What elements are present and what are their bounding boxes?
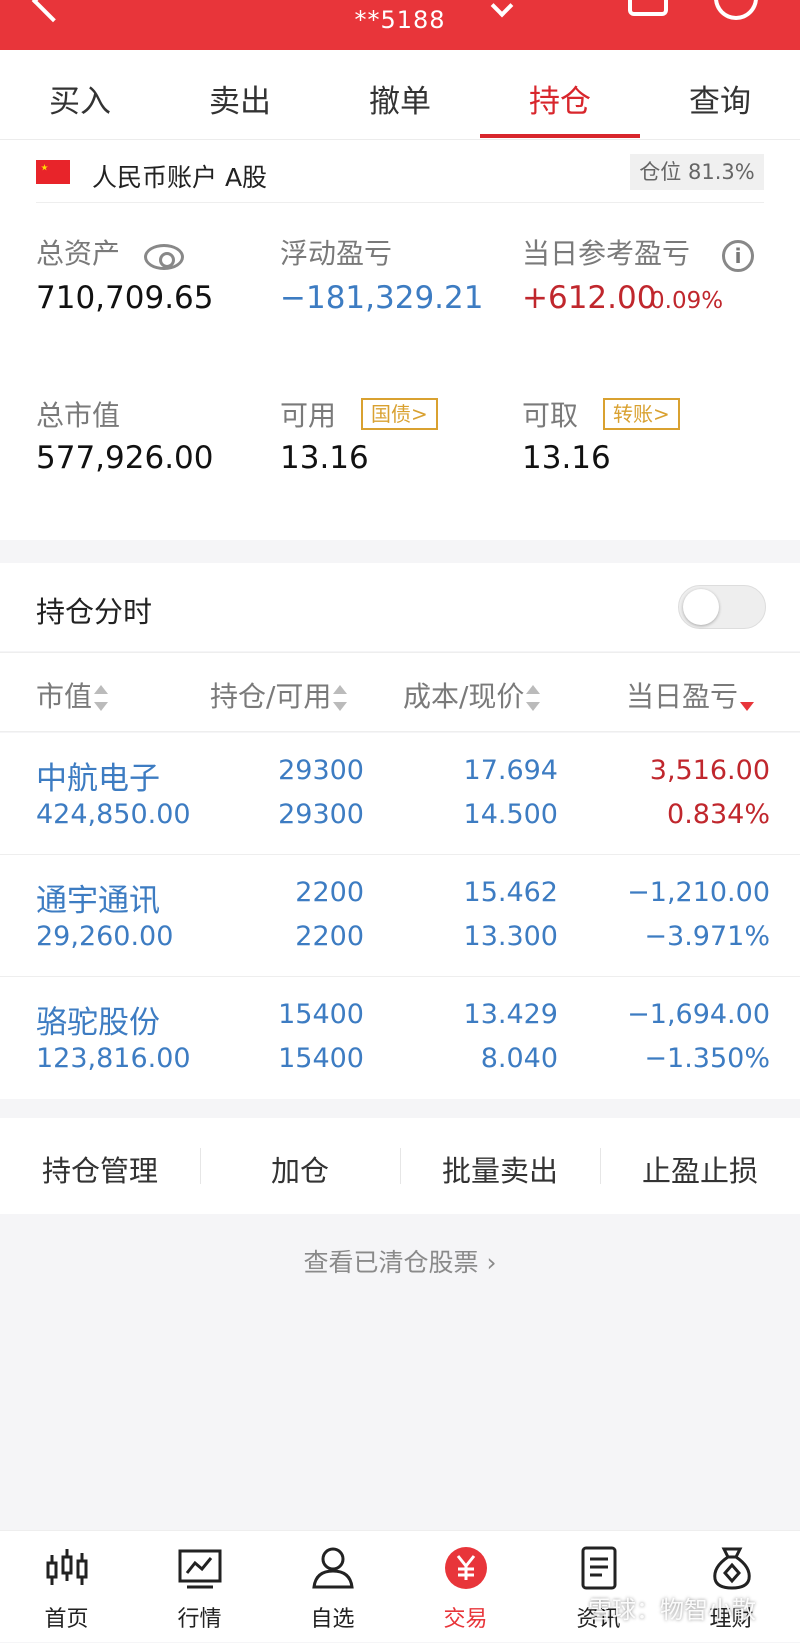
stock-name: 中航电子 bbox=[36, 761, 160, 797]
stock-market-value: 123,816.00 bbox=[36, 1043, 191, 1074]
chevron-right-icon: › bbox=[486, 1248, 497, 1277]
table-row[interactable]: 通宇通讯 29,260.00 2200 2200 15.462 13.300 −… bbox=[0, 855, 800, 977]
stock-holding: 15400 bbox=[278, 999, 364, 1030]
positions-list: 中航电子 424,850.00 29300 29300 17.694 14.50… bbox=[0, 733, 800, 1099]
table-row[interactable]: 骆驼股份 123,816.00 15400 15400 13.429 8.040… bbox=[0, 977, 800, 1099]
timeshare-toggle[interactable] bbox=[678, 585, 766, 629]
available-value: 13.16 bbox=[280, 440, 369, 476]
tab-query[interactable]: 查询 bbox=[640, 76, 800, 121]
stock-daily-pl-percent: −3.971% bbox=[644, 921, 770, 952]
nav-watchlist[interactable]: 自选 bbox=[266, 1531, 399, 1643]
batch-sell-button[interactable]: 批量卖出 bbox=[400, 1148, 600, 1190]
col-cost-price[interactable]: 成本/现价 bbox=[403, 675, 541, 715]
sort-icon bbox=[333, 685, 348, 711]
col-holding-available[interactable]: 持仓/可用 bbox=[210, 675, 348, 715]
add-position-button[interactable]: 加仓 bbox=[200, 1148, 400, 1190]
nav-market[interactable]: 行情 bbox=[133, 1531, 266, 1643]
stock-cost: 15.462 bbox=[463, 877, 558, 908]
sort-icon bbox=[526, 685, 541, 711]
table-header: 市值 持仓/可用 成本/现价 当日盈亏 bbox=[0, 652, 800, 732]
stock-market-value: 424,850.00 bbox=[36, 799, 191, 830]
stock-price: 14.500 bbox=[463, 799, 558, 830]
active-tab-indicator bbox=[480, 134, 640, 138]
stock-holding: 29300 bbox=[278, 755, 364, 786]
eye-icon[interactable] bbox=[144, 244, 184, 270]
stock-market-value: 29,260.00 bbox=[36, 921, 174, 952]
stock-name: 骆驼股份 bbox=[36, 1005, 160, 1041]
stock-name: 通宇通讯 bbox=[36, 883, 160, 919]
position-ratio-badge: 仓位 81.3% bbox=[630, 154, 764, 190]
available-label: 可用 bbox=[280, 399, 337, 432]
tab-sell[interactable]: 卖出 bbox=[160, 76, 320, 121]
withdrawable-value: 13.16 bbox=[522, 440, 611, 476]
sort-icon bbox=[94, 685, 109, 711]
market-value-label: 总市值 bbox=[36, 399, 121, 432]
stock-daily-pl: −1,694.00 bbox=[627, 999, 770, 1030]
account-title[interactable]: **5188 bbox=[0, 6, 800, 34]
share-icon[interactable] bbox=[628, 0, 668, 16]
daily-pl-value: +612.00 bbox=[522, 280, 657, 316]
yuan-icon bbox=[445, 1547, 487, 1589]
market-value-value: 577,926.00 bbox=[36, 440, 214, 476]
stock-cost: 13.429 bbox=[463, 999, 558, 1030]
trade-tabs: 买入 卖出 撤单 持仓 查询 bbox=[0, 50, 800, 140]
manage-positions-button[interactable]: 持仓管理 bbox=[0, 1148, 200, 1190]
view-cleared-stocks-link[interactable]: 查看已清仓股票 › bbox=[0, 1243, 800, 1279]
stock-available: 29300 bbox=[278, 799, 364, 830]
top-bar: **5188 bbox=[0, 0, 800, 50]
money-bag-icon bbox=[713, 1547, 751, 1590]
col-market-value[interactable]: 市值 bbox=[36, 675, 109, 715]
stock-daily-pl-percent: 0.834% bbox=[667, 799, 770, 830]
withdrawable-label: 可取 bbox=[522, 399, 579, 432]
bottom-nav: 首页 行情 自选 交易 资讯 理财 bbox=[0, 1530, 800, 1642]
china-flag-icon bbox=[36, 160, 70, 184]
take-profit-stop-loss-button[interactable]: 止盈止损 bbox=[600, 1148, 800, 1190]
stock-daily-pl-percent: −1.350% bbox=[644, 1043, 770, 1074]
tab-positions[interactable]: 持仓 bbox=[480, 76, 640, 121]
daily-pl-percent: 0.09% bbox=[650, 288, 724, 314]
col-daily-pl[interactable]: 当日盈亏 bbox=[626, 675, 755, 715]
tab-cancel[interactable]: 撤单 bbox=[320, 76, 480, 121]
transfer-tag[interactable]: 转账> bbox=[603, 398, 680, 430]
floating-pl-label: 浮动盈亏 bbox=[280, 237, 393, 270]
total-assets-value: 710,709.65 bbox=[36, 280, 214, 316]
nav-trade[interactable]: 交易 bbox=[399, 1531, 532, 1643]
treasury-bond-tag[interactable]: 国债> bbox=[361, 398, 438, 430]
position-timeshare-row: 持仓分时 bbox=[0, 563, 800, 651]
stock-daily-pl: −1,210.00 bbox=[627, 877, 770, 908]
position-actions: 持仓管理 加仓 批量卖出 止盈止损 bbox=[0, 1118, 800, 1214]
stock-available: 15400 bbox=[278, 1043, 364, 1074]
candlestick-icon bbox=[46, 1549, 88, 1585]
document-icon bbox=[581, 1546, 617, 1590]
stock-available: 2200 bbox=[295, 921, 364, 952]
table-row[interactable]: 中航电子 424,850.00 29300 29300 17.694 14.50… bbox=[0, 733, 800, 855]
nav-wealth[interactable]: 理财 bbox=[665, 1531, 798, 1643]
divider bbox=[36, 202, 764, 203]
stock-daily-pl: 3,516.00 bbox=[649, 755, 770, 786]
stock-cost: 17.694 bbox=[463, 755, 558, 786]
stock-holding: 2200 bbox=[295, 877, 364, 908]
user-icon bbox=[312, 1547, 354, 1589]
account-summary: 人民币账户 A股 仓位 81.3% 总资产 710,709.65 浮动盈亏 −1… bbox=[0, 140, 800, 540]
sort-desc-icon bbox=[740, 685, 755, 711]
stock-price: 13.300 bbox=[463, 921, 558, 952]
nav-news[interactable]: 资讯 bbox=[532, 1531, 665, 1643]
total-assets-label: 总资产 bbox=[36, 237, 121, 270]
stock-price: 8.040 bbox=[480, 1043, 558, 1074]
watermark: 雪球：物智小散 bbox=[588, 1596, 756, 1624]
info-icon[interactable]: i bbox=[722, 240, 754, 272]
chart-icon bbox=[178, 1549, 222, 1589]
nav-home[interactable]: 首页 bbox=[0, 1531, 133, 1643]
daily-pl-label: 当日参考盈亏 bbox=[522, 237, 691, 270]
tab-buy[interactable]: 买入 bbox=[0, 76, 160, 121]
account-name[interactable]: 人民币账户 A股 bbox=[92, 158, 267, 194]
floating-pl-value: −181,329.21 bbox=[280, 280, 484, 316]
section-title: 持仓分时 bbox=[36, 595, 153, 629]
